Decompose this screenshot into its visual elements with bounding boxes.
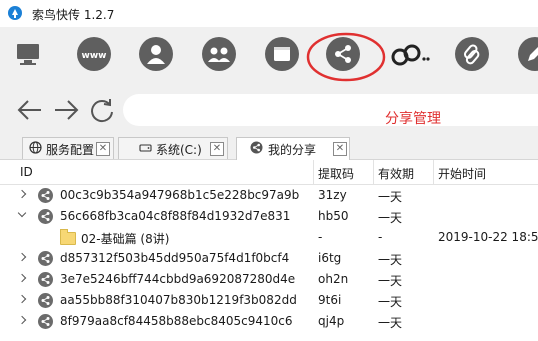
table-row[interactable]: 3e7e5246bff744cbbd9a692087280d4e oh2n 一天 (0, 269, 538, 290)
globe-icon (29, 141, 42, 154)
column-header-validity[interactable]: 有效期 (378, 165, 414, 182)
monitor-icon (17, 44, 39, 65)
share-id: 8f979aa8cf84458b88ebc8405c9410c6 (60, 314, 293, 328)
share-id: 56c668fb3ca04c8f88f84d1932d7e831 (60, 209, 291, 223)
column-header-code[interactable]: 提取码 (318, 165, 354, 182)
chevron-right-icon[interactable] (17, 252, 27, 262)
table-header: ID 提取码 有效期 开始时间 (0, 160, 538, 185)
table-row[interactable]: 00c3c9b354a947968b1c5e228bc97a9b 31zy 一天 (0, 185, 538, 206)
validity: - (378, 230, 383, 244)
tab-label: 系统(C:) (156, 143, 202, 157)
validity: 一天 (378, 295, 403, 309)
column-divider[interactable] (433, 160, 434, 184)
share-id: 00c3c9b354a947968b1c5e228bc97a9b (60, 188, 300, 202)
paperclip-icon (463, 44, 480, 65)
share-icon (250, 141, 263, 154)
share-icon (38, 293, 53, 308)
user-button[interactable] (139, 37, 173, 71)
navigation-bar (0, 85, 538, 135)
tab-label: 我的分享 (268, 143, 317, 157)
share-icon (38, 314, 53, 329)
column-header-id[interactable]: ID (20, 165, 33, 179)
extract-code: 31zy (318, 188, 347, 202)
table-row[interactable]: 56c668fb3ca04c8f88f84d1932d7e831 hb50 一天 (0, 206, 538, 227)
back-arrow-icon[interactable] (16, 96, 44, 124)
window-button[interactable] (265, 37, 299, 71)
validity: 一天 (378, 253, 403, 267)
shares-table: ID 提取码 有效期 开始时间 00c3c9b354a947968b1c5e22… (0, 160, 538, 341)
share-id: d857312f503b45dd950a75f4d1f0bcf4 (60, 251, 290, 265)
share-icon (38, 188, 53, 203)
table-row[interactable]: 8f979aa8cf84458b88ebc8405c9410c6 qj4p 一天 (0, 311, 538, 332)
column-divider[interactable] (313, 160, 314, 184)
window-title: 索鸟快传 1.2.7 (32, 8, 115, 22)
table-row[interactable]: aa55bb88f310407b830b1219f3b082dd 9t6i 一天 (0, 290, 538, 311)
link-nodes-icon (391, 44, 430, 66)
chevron-right-icon[interactable] (17, 189, 27, 199)
extract-code: oh2n (318, 272, 349, 286)
www-icon: www (82, 51, 107, 61)
group-button[interactable] (202, 37, 236, 71)
tab-bar: 服务配置 ✕ 系统(C:) ✕ 我的分享 ✕ (0, 135, 538, 160)
link-nodes-button[interactable] (390, 37, 430, 71)
chevron-down-icon[interactable] (17, 208, 27, 218)
main-toolbar: www (0, 27, 538, 85)
validity: 一天 (378, 190, 403, 204)
table-row[interactable]: d857312f503b45dd950a75f4d1f0bcf4 i6tg 一天 (0, 248, 538, 269)
column-divider[interactable] (373, 160, 374, 184)
share-icon (38, 209, 53, 224)
column-header-start-time[interactable]: 开始时间 (438, 165, 486, 182)
drive-icon (139, 144, 152, 152)
extract-code: 9t6i (318, 293, 342, 307)
monitor-button[interactable] (11, 37, 45, 71)
tab-service-config[interactable]: 服务配置 ✕ (22, 137, 114, 159)
share-id: 3e7e5246bff744cbbd9a692087280d4e (60, 272, 296, 286)
forward-arrow-icon[interactable] (52, 96, 80, 124)
chevron-right-icon[interactable] (17, 315, 27, 325)
validity: 一天 (378, 274, 403, 288)
tab-label: 服务配置 (46, 143, 95, 157)
close-icon[interactable]: ✕ (96, 142, 110, 156)
validity: 一天 (378, 316, 403, 330)
start-time: 2019-10-22 18:55 (438, 230, 538, 244)
table-row[interactable]: 02-基础篇 (8讲) - - 2019-10-22 18:55 (0, 227, 538, 248)
close-icon[interactable]: ✕ (210, 142, 224, 156)
extract-code: qj4p (318, 314, 345, 328)
highlight-circle (306, 32, 386, 82)
share-icon (38, 251, 53, 266)
share-id: aa55bb88f310407b830b1219f3b082dd (60, 293, 297, 307)
validity: 一天 (378, 211, 403, 225)
app-logo-icon (8, 6, 22, 20)
window-icon (274, 47, 290, 61)
edit-button[interactable] (518, 37, 538, 71)
share-management-annotation: 分享管理 (385, 111, 441, 127)
edit-icon (528, 47, 538, 61)
title-bar: 索鸟快传 1.2.7 (0, 0, 538, 27)
tab-system-drive[interactable]: 系统(C:) ✕ (118, 137, 228, 159)
folder-icon (60, 229, 76, 245)
svg-text:www: www (82, 51, 107, 61)
tab-my-shares[interactable]: 我的分享 ✕ (236, 137, 350, 160)
user-icon (147, 45, 165, 64)
extract-code: - (318, 230, 323, 244)
group-icon (208, 47, 230, 62)
extract-code: hb50 (318, 209, 349, 223)
paperclip-button[interactable] (455, 37, 489, 71)
refresh-icon[interactable] (88, 96, 116, 124)
chevron-right-icon[interactable] (17, 273, 27, 283)
www-button[interactable]: www (77, 37, 111, 71)
close-icon[interactable]: ✕ (333, 142, 347, 156)
chevron-right-icon[interactable] (17, 294, 27, 304)
share-icon (38, 272, 53, 287)
folder-name: 02-基础篇 (8讲) (81, 232, 170, 246)
extract-code: i6tg (318, 251, 342, 265)
address-input[interactable] (123, 94, 538, 126)
